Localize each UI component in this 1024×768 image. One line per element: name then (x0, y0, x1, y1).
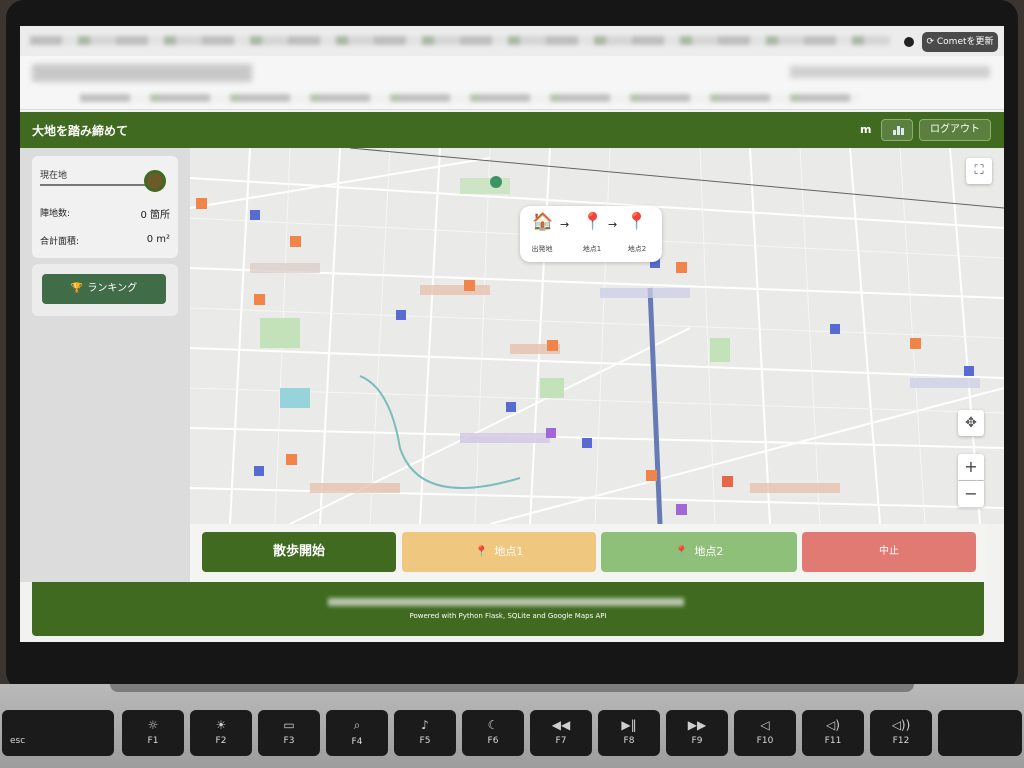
comet-update-button[interactable]: ⟳ Cometを更新 (922, 32, 998, 52)
pan-control-button[interactable]: ✥ (958, 410, 984, 436)
laptop-keyboard-deck: esc ☼ F1 ☀ F2 ▭ F3 ⌕ F4 ♪ F5 ☾ F6 ◀◀ F7 ▶‖ F8 ▶▶… (0, 684, 1024, 768)
house-icon: 🏠 (532, 212, 554, 232)
blurred-tabs (30, 36, 890, 45)
key-f1: ☼ F1 (122, 710, 184, 756)
key-f5: ♪ F5 (394, 710, 456, 756)
profile-icon[interactable] (904, 37, 914, 47)
location-divider (40, 184, 156, 186)
key-f9: ▶▶ F9 (666, 710, 728, 756)
key-power (938, 710, 1022, 756)
ranking-button[interactable]: 🏆 ランキング (42, 274, 166, 304)
sidebar: 現在地 陣地数: 0 箇所 合計面積: 0 m² 🏆 ランキング (20, 148, 190, 582)
key-f11: ◁) F11 (802, 710, 864, 756)
map-view[interactable]: 🏠 → 📍 → 📍 出発地 地点1 地点2 ⛶ ✥ + − (190, 148, 1004, 524)
key-f3: ▭ F3 (258, 710, 320, 756)
point1-button[interactable]: 📍 地点1 (402, 532, 596, 572)
stats-card: 現在地 陣地数: 0 箇所 合計面積: 0 m² (32, 156, 178, 258)
key-f2: ☀ F2 (190, 710, 252, 756)
key-f12: ◁)) F12 (870, 710, 932, 756)
logout-button[interactable]: ログアウト (919, 119, 991, 141)
key-f4: ⌕ F4 (326, 710, 388, 756)
fullscreen-button[interactable]: ⛶ (966, 158, 992, 184)
key-f7: ◀◀ F7 (530, 710, 592, 756)
ranking-card: 🏆 ランキング (32, 264, 178, 316)
route-step-point2: 地点2 (627, 245, 647, 253)
pin-icon: 📍 (626, 212, 648, 232)
laptop-screen: ⟳ Cometを更新 大地を踏み締めて m ログアウト 現在地 陣地数: 0 箇… (20, 26, 1004, 642)
action-bar: 散歩開始 📍 地点1 📍 地点2 中止 (190, 524, 986, 582)
pin-icon: 📍 (474, 545, 489, 558)
stop-button[interactable]: 中止 (802, 532, 976, 572)
zoom-in-button[interactable]: + (958, 454, 984, 480)
key-f6: ☾ F6 (462, 710, 524, 756)
trophy-icon: 🏆 (70, 283, 84, 294)
user-initial: m (860, 123, 872, 136)
powered-by-text: Powered with Python Flask, SQLite and Go… (409, 612, 607, 620)
territory-count-value: 0 箇所 (140, 210, 170, 221)
current-location-label: 現在地 (40, 171, 68, 181)
key-f8: ▶‖ F8 (598, 710, 660, 756)
blurred-footer-text (328, 598, 684, 606)
blurred-bookmarks (80, 94, 860, 102)
stats-chart-button[interactable] (881, 119, 913, 141)
bar-chart-icon (893, 126, 904, 135)
point2-button[interactable]: 📍 地点2 (601, 532, 797, 572)
laptop-hinge (110, 684, 914, 692)
app-title: 大地を踏み締めて (32, 124, 129, 138)
total-area-row: 合計面積: 0 m² (40, 234, 170, 247)
key-esc: esc (2, 710, 114, 756)
blurred-address (32, 64, 252, 82)
route-step-start: 出発地 (531, 245, 553, 253)
route-step-point1: 地点1 (582, 245, 602, 253)
start-walk-button[interactable]: 散歩開始 (202, 532, 396, 572)
pin-icon: 📍 (674, 545, 689, 558)
browser-tab-bar: ⟳ Cometを更新 (20, 26, 1004, 56)
refresh-icon: ⟳ (926, 37, 937, 47)
browser-address-area (20, 56, 1004, 110)
total-area-value: 0 m² (146, 234, 170, 245)
blurred-toolbar (790, 66, 990, 78)
function-key-row: esc ☼ F1 ☀ F2 ▭ F3 ⌕ F4 ♪ F5 ☾ F6 ◀◀ F7 ▶‖ F8 ▶▶… (0, 710, 1024, 762)
route-card: 🏠 → 📍 → 📍 出発地 地点1 地点2 (520, 206, 662, 262)
pin-icon: 📍 (582, 212, 604, 232)
map-canvas (190, 148, 1004, 524)
key-f10: ◁ F10 (734, 710, 796, 756)
zoom-out-button[interactable]: − (958, 481, 984, 507)
territory-count-row: 陣地数: 0 箇所 (40, 206, 170, 221)
footer: Powered with Python Flask, SQLite and Go… (32, 582, 984, 636)
current-location-icon[interactable] (144, 170, 166, 192)
app-header: 大地を踏み締めて m ログアウト (20, 112, 1004, 148)
